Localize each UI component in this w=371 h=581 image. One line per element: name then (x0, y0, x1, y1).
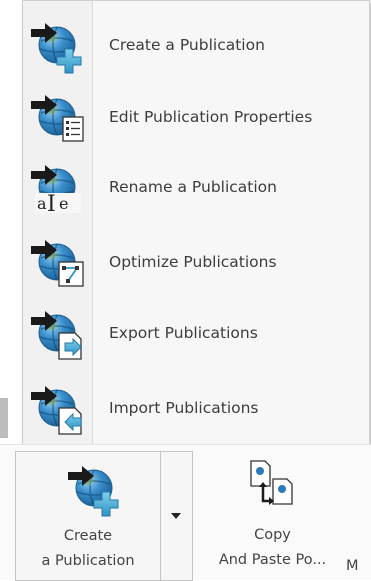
truncated-ribbon-label[interactable]: M (346, 558, 359, 574)
menu-item-edit-publication-properties[interactable]: Edit Publication Properties (23, 87, 369, 147)
copy-paste-icon (250, 460, 293, 505)
rename-icon: a I e (27, 157, 81, 217)
create-button-label-line2: a Publication (41, 553, 135, 569)
import-icon (27, 378, 82, 435)
create-publication-icon (64, 458, 119, 517)
svg-text:I: I (47, 192, 56, 217)
menu-item-optimize-publications[interactable]: Optimize Publications (23, 232, 369, 292)
copy-and-paste-button[interactable]: Copy And Paste Po... (205, 451, 340, 579)
menu-item-label: Rename a Publication (109, 178, 277, 196)
chevron-down-icon (171, 513, 181, 519)
background-window-edge (0, 398, 8, 438)
menu-item-import-publications[interactable]: Import Publications (23, 378, 369, 438)
menu-item-label: Edit Publication Properties (109, 108, 313, 126)
copy-button-label-line2: And Paste Po... (218, 552, 327, 568)
create-publication-dropdown-arrow[interactable] (161, 452, 192, 580)
menu-item-label: Optimize Publications (109, 253, 277, 271)
create-publication-split-button: Create a Publication (15, 451, 193, 581)
svg-text:a: a (37, 194, 47, 213)
create-button-label-line1: Create (63, 528, 113, 544)
edit-properties-icon (27, 87, 84, 142)
menu-item-create-publication[interactable]: Create a Publication (23, 15, 369, 75)
publication-dropdown-menu: Create a Publication Edit Publication Pr… (22, 0, 370, 445)
create-publication-button[interactable]: Create a Publication (16, 452, 161, 580)
copy-button-label-line1: Copy (254, 527, 291, 543)
menu-item-export-publications[interactable]: Export Publications (23, 303, 369, 363)
menu-item-label: Import Publications (109, 399, 259, 417)
svg-text:e: e (59, 194, 68, 213)
menu-item-rename-publication[interactable]: a I e Rename a Publication (23, 157, 369, 217)
menu-item-label: Create a Publication (109, 36, 265, 54)
optimize-icon (27, 232, 84, 287)
export-icon (27, 303, 82, 360)
menu-item-label: Export Publications (109, 324, 258, 342)
create-publication-icon (27, 15, 82, 74)
